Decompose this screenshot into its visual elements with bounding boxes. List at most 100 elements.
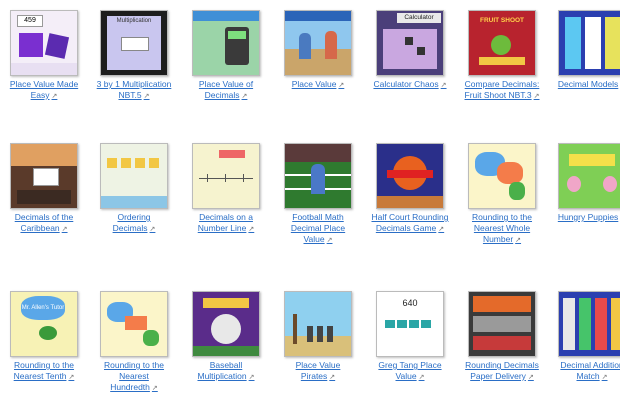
game-title[interactable]: Baseball Multiplication <box>197 360 246 381</box>
game-link[interactable]: Decimals of the Caribbean <box>4 212 84 235</box>
game-title[interactable]: Ordering Decimals <box>113 212 151 233</box>
game-title[interactable]: Rounding to the Nearest Whole Number <box>472 212 532 244</box>
game-link[interactable]: Place Value <box>278 79 358 91</box>
game-title[interactable]: Calculator Chaos <box>373 79 438 89</box>
game-tile[interactable]: Multiplication 3 by 1 Multiplication NBT… <box>94 10 174 102</box>
game-title[interactable]: Half Court Rounding Decimals Game <box>371 212 448 233</box>
model-column <box>585 17 601 69</box>
game-tile[interactable]: Place Value Pirates <box>278 291 358 383</box>
game-tile[interactable]: Rounding Decimals Paper Delivery <box>462 291 542 383</box>
game-link[interactable]: Rounding to the Nearest Whole Number <box>462 212 542 246</box>
game-tile[interactable]: Decimal Models <box>552 10 620 91</box>
game-link[interactable]: Ordering Decimals <box>94 212 174 235</box>
thumb-board <box>383 29 437 69</box>
game-tile[interactable]: Decimals on a Number Line <box>186 143 266 235</box>
game-thumbnail[interactable] <box>192 143 260 209</box>
external-link-icon <box>62 226 68 233</box>
game-tile[interactable]: Calculator Calculator Chaos <box>370 10 450 91</box>
character-figure <box>299 33 311 59</box>
game-thumbnail[interactable] <box>376 143 444 209</box>
game-title[interactable]: Decimals on a Number Line <box>198 212 253 233</box>
game-thumbnail[interactable] <box>468 143 536 209</box>
game-thumbnail[interactable] <box>558 143 620 209</box>
building-row <box>473 336 531 350</box>
game-thumbnail[interactable]: FRUIT SHOOT <box>468 10 536 76</box>
number-line-tick <box>225 174 226 182</box>
game-title[interactable]: Hungry Puppies <box>558 212 618 222</box>
game-link[interactable]: Football Math Decimal Place Value <box>278 212 358 246</box>
game-tile[interactable]: Mr. Allen's Tutor Rounding to the Neares… <box>4 291 84 383</box>
game-tile[interactable]: Hungry Puppies <box>552 143 620 224</box>
game-title[interactable]: Place Value Made Easy <box>10 79 78 100</box>
game-tile[interactable]: 640 Greg Tang Place Value <box>370 291 450 383</box>
game-thumbnail[interactable] <box>558 291 620 357</box>
game-thumbnail[interactable] <box>10 143 78 209</box>
game-link[interactable]: Rounding Decimals Paper Delivery <box>462 360 542 383</box>
blob-shape <box>39 326 57 340</box>
game-thumbnail[interactable] <box>100 143 168 209</box>
game-title[interactable]: Decimal Models <box>558 79 618 89</box>
game-title[interactable]: Greg Tang Place Value <box>378 360 441 381</box>
match-column <box>579 298 591 350</box>
game-thumbnail[interactable] <box>558 10 620 76</box>
digit-tile <box>421 320 431 328</box>
game-link[interactable]: Rounding to the Nearest Hundredth <box>94 360 174 394</box>
game-title[interactable]: Decimal Addition Match <box>560 360 620 381</box>
game-tile[interactable]: Decimal Addition Match <box>552 291 620 383</box>
game-thumbnail[interactable] <box>192 291 260 357</box>
game-thumbnail[interactable]: Calculator <box>376 10 444 76</box>
character-figure <box>325 31 337 59</box>
game-link[interactable]: Hungry Puppies <box>552 212 620 224</box>
game-thumbnail[interactable]: Multiplication <box>100 10 168 76</box>
external-link-icon <box>152 385 158 392</box>
purple-block <box>19 33 43 57</box>
blob-shape <box>509 182 525 200</box>
game-title[interactable]: Football Math Decimal Place Value <box>291 212 345 244</box>
game-link[interactable]: Calculator Chaos <box>370 79 450 91</box>
game-thumbnail[interactable] <box>100 291 168 357</box>
game-tile[interactable]: Ordering Decimals <box>94 143 174 235</box>
game-tile[interactable]: Place Value <box>278 10 358 91</box>
game-link[interactable]: Decimals on a Number Line <box>186 212 266 235</box>
game-thumbnail[interactable] <box>284 291 352 357</box>
game-link[interactable]: Decimal Models <box>552 79 620 91</box>
game-thumbnail[interactable]: Mr. Allen's Tutor <box>10 291 78 357</box>
building-row <box>473 316 531 332</box>
game-title[interactable]: Place Value <box>292 79 337 89</box>
game-thumbnail[interactable]: 459 <box>10 10 78 76</box>
game-tile[interactable]: Place Value of Decimals <box>186 10 266 102</box>
game-tile[interactable]: 459 Place Value Made Easy <box>4 10 84 102</box>
game-title[interactable]: Compare Decimals: Fruit Shoot NBT.3 <box>465 79 540 100</box>
external-link-icon <box>327 237 333 244</box>
game-link[interactable]: Compare Decimals: Fruit Shoot NBT.3 <box>462 79 542 102</box>
game-link[interactable]: Greg Tang Place Value <box>370 360 450 383</box>
game-thumbnail[interactable]: 640 <box>376 291 444 357</box>
game-tile[interactable]: Rounding to the Nearest Hundredth <box>94 291 174 394</box>
game-thumbnail[interactable] <box>284 143 352 209</box>
game-thumbnail[interactable] <box>192 10 260 76</box>
game-link[interactable]: Place Value Made Easy <box>4 79 84 102</box>
game-tile[interactable]: FRUIT SHOOT Compare Decimals: Fruit Shoo… <box>462 10 542 102</box>
puppy-figure <box>567 176 581 192</box>
game-title[interactable]: 3 by 1 Multiplication NBT.5 <box>97 79 172 100</box>
game-link[interactable]: Place Value Pirates <box>278 360 358 383</box>
building-row <box>473 296 531 312</box>
game-link[interactable]: Baseball Multiplication <box>186 360 266 383</box>
game-link[interactable]: Decimal Addition Match <box>552 360 620 383</box>
game-link[interactable]: Half Court Rounding Decimals Game <box>370 212 450 235</box>
game-tile[interactable]: Rounding to the Nearest Whole Number <box>462 143 542 246</box>
game-title[interactable]: Rounding to the Nearest Tenth <box>14 360 74 381</box>
game-thumbnail[interactable] <box>468 291 536 357</box>
external-link-icon <box>534 93 540 100</box>
game-tile[interactable]: Decimals of the Caribbean <box>4 143 84 235</box>
number-line-tick <box>243 174 244 182</box>
game-link[interactable]: Rounding to the Nearest Tenth <box>4 360 84 383</box>
game-link[interactable]: 3 by 1 Multiplication NBT.5 <box>94 79 174 102</box>
game-tile[interactable]: Half Court Rounding Decimals Game <box>370 143 450 235</box>
game-thumbnail[interactable] <box>284 10 352 76</box>
game-tile[interactable]: Football Math Decimal Place Value <box>278 143 358 246</box>
game-tile[interactable]: Baseball Multiplication <box>186 291 266 383</box>
number-line-tick <box>207 174 208 182</box>
thumb-footer <box>101 196 167 208</box>
game-link[interactable]: Place Value of Decimals <box>186 79 266 102</box>
